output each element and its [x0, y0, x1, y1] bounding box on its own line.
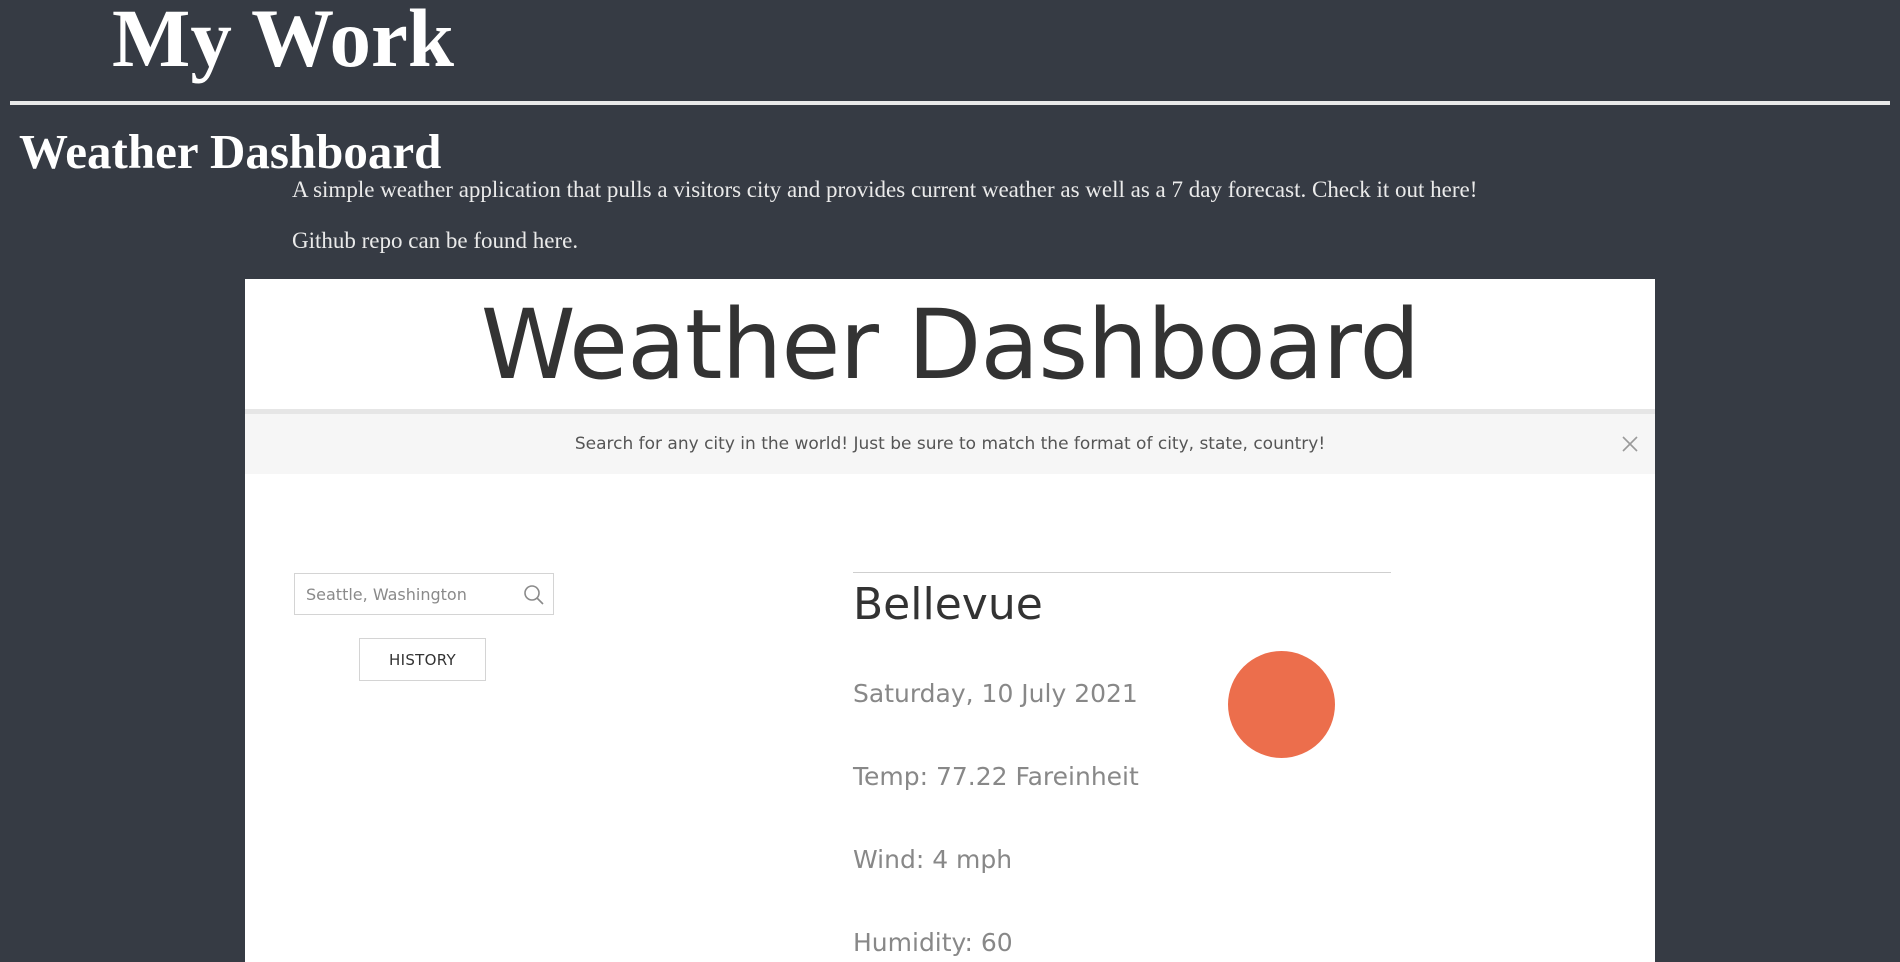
weather-temperature: Temp: 77.22 Fareinheit — [853, 762, 1139, 791]
project-heading: Weather Dashboard — [19, 124, 442, 179]
close-icon[interactable] — [1621, 435, 1639, 453]
weather-wind: Wind: 4 mph — [853, 845, 1013, 874]
search-box — [294, 573, 554, 615]
city-name: Bellevue — [853, 579, 1043, 630]
search-icon[interactable] — [523, 584, 545, 606]
page-title: My Work — [112, 0, 455, 84]
project-repo-text: Github repo can be found here. — [292, 228, 579, 253]
sun-icon — [1228, 651, 1335, 758]
weather-date: Saturday, 10 July 2021 — [853, 679, 1138, 708]
notice-text: Search for any city in the world! Just b… — [574, 434, 1326, 454]
project-description: A simple weather application that pulls … — [292, 177, 1478, 202]
weather-divider — [853, 572, 1391, 573]
history-button[interactable]: HISTORY — [359, 638, 486, 681]
project-screenshot: Weather Dashboard Search for any city in… — [245, 279, 1655, 962]
weather-humidity: Humidity: 60 — [853, 928, 1013, 957]
app-title: Weather Dashboard — [480, 289, 1421, 401]
search-input[interactable] — [295, 574, 513, 614]
title-divider — [10, 101, 1890, 105]
notice-banner: Search for any city in the world! Just b… — [245, 414, 1655, 474]
